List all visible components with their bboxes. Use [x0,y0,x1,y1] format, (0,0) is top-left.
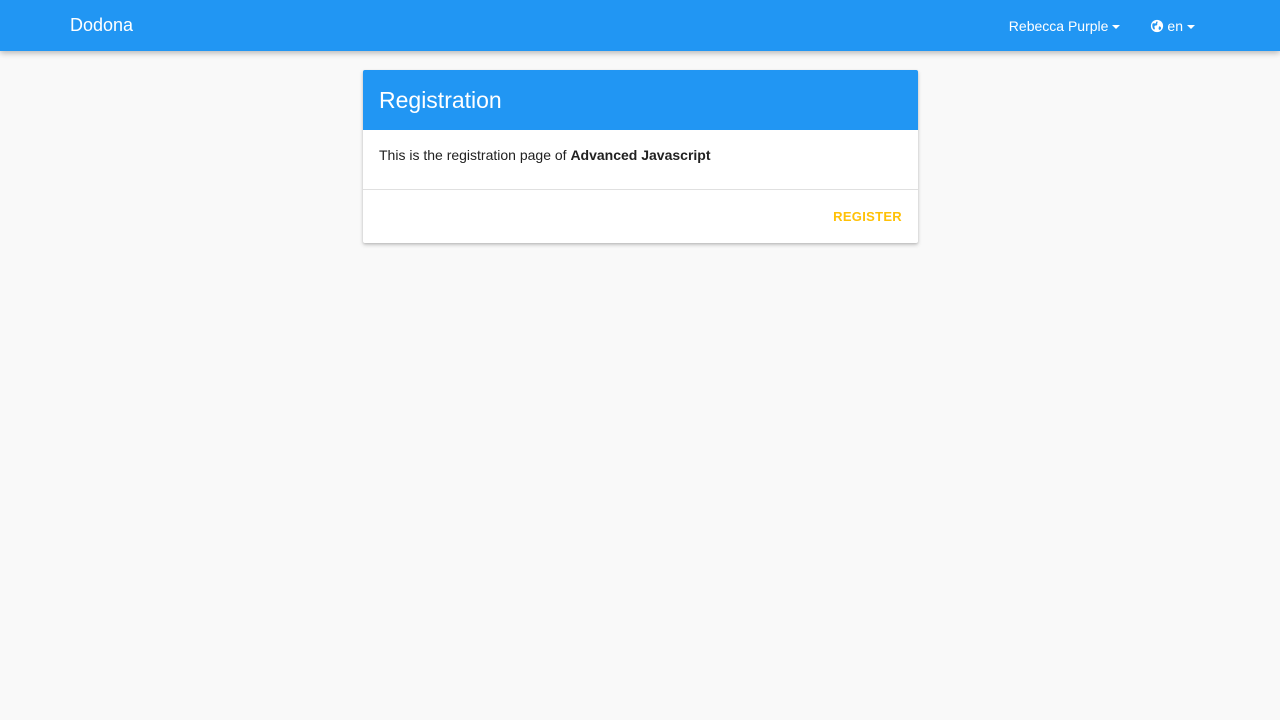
top-navbar: Dodona Rebecca Purple en [0,0,1280,51]
globe-icon [1151,19,1164,32]
card-body: This is the registration page of Advance… [363,130,918,190]
card-actions: REGISTER [363,190,918,242]
card-header: Registration [363,70,918,130]
register-button[interactable]: REGISTER [833,209,902,224]
navbar-right: Rebecca Purple en [1009,0,1195,51]
registration-card: Registration This is the registration pa… [363,70,918,243]
user-name-label: Rebecca Purple [1008,17,1109,34]
registration-text: This is the registration page of [379,147,571,163]
brand-link[interactable]: Dodona [70,14,133,36]
user-menu-dropdown[interactable]: Rebecca Purple [1009,18,1121,34]
caret-down-icon [1187,24,1195,29]
language-label: en [1167,17,1183,34]
language-menu-dropdown[interactable]: en [1150,18,1195,34]
card-title: Registration [379,86,502,113]
caret-down-icon [1112,24,1121,29]
course-name: Advanced Javascript [570,147,711,163]
